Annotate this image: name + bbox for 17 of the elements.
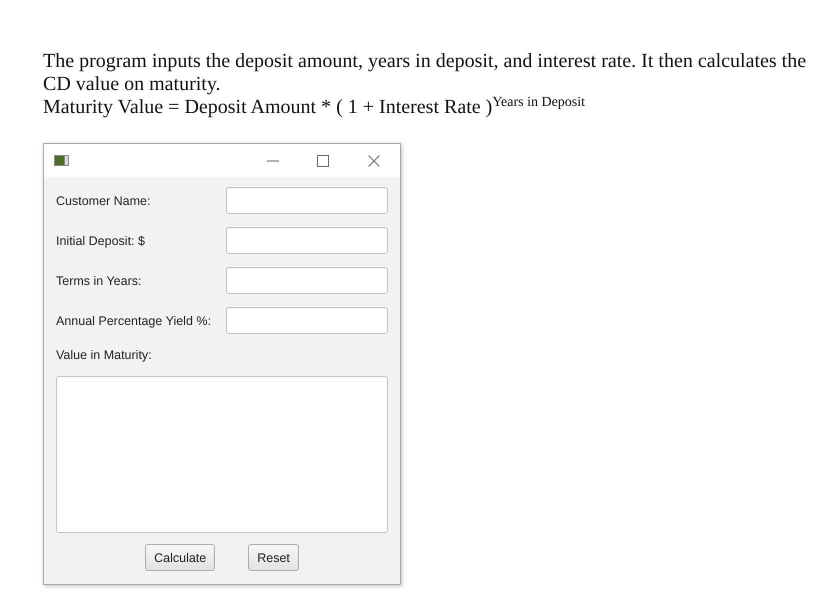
field-label: Customer Name:	[56, 194, 150, 208]
formula-text: Maturity Value = Deposit Amount * ( 1 + Interest Rate )$^{Years in Deposit}$	[43, 96, 586, 119]
input-field[interactable]	[226, 187, 388, 214]
maximize-icon[interactable]	[317, 154, 329, 166]
field-label: Annual Percentage Yield %:	[56, 314, 211, 328]
app-icon	[54, 155, 69, 166]
field-label: Terms in Years:	[56, 274, 142, 288]
input-field[interactable]	[226, 227, 388, 254]
input-field[interactable]	[226, 307, 388, 334]
calculate-button[interactable]: Calculate	[145, 544, 216, 571]
description-text: The program inputs the deposit amount, years in deposit, and interest rate. It then calculates the CD value on maturity.	[43, 50, 808, 96]
field-label: Value in Maturity:	[56, 348, 152, 362]
close-icon[interactable]	[368, 154, 380, 166]
field-label: Initial Deposit: $	[56, 234, 145, 248]
reset-button[interactable]: Reset	[248, 544, 299, 571]
output-area[interactable]	[56, 376, 388, 533]
input-field[interactable]	[226, 267, 388, 294]
